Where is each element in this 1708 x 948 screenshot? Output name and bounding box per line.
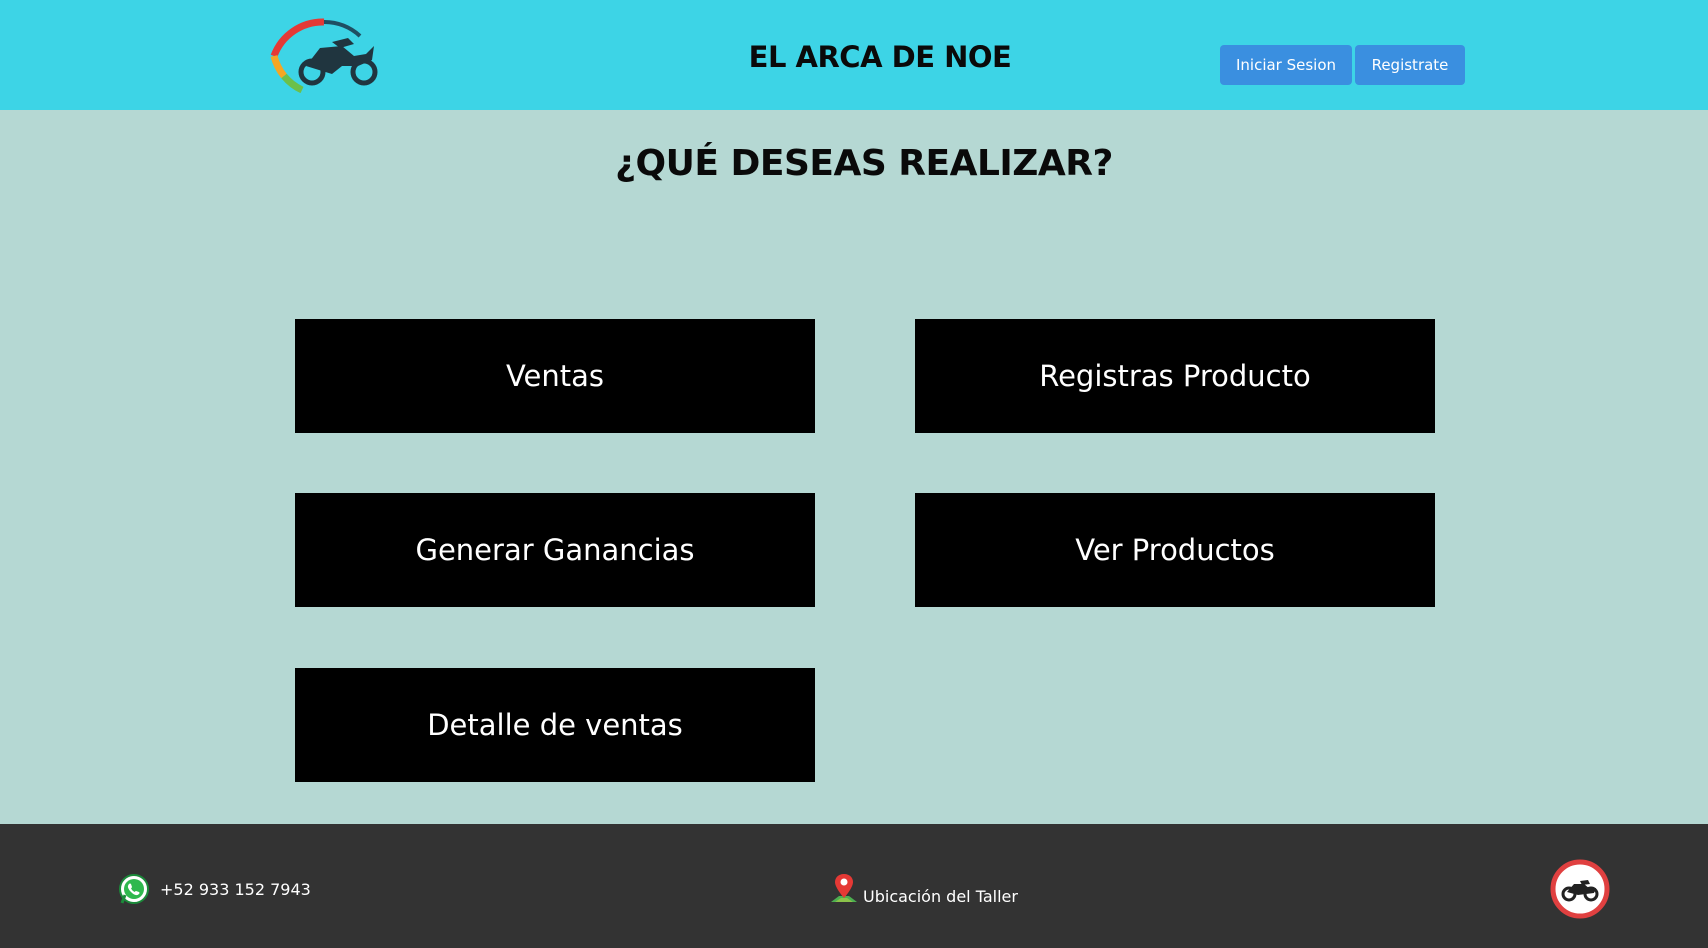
page-title: ¿QUÉ DESEAS REALIZAR?: [615, 143, 1113, 184]
map-pin-icon: [831, 874, 857, 902]
ver-productos-label: Ver Productos: [1075, 533, 1275, 567]
generar-ganancias-label: Generar Ganancias: [415, 533, 695, 567]
page: EL ARCA DE NOE Iniciar Sesion Registrate…: [0, 0, 1708, 948]
registrar-producto-button[interactable]: Registras Producto: [915, 319, 1435, 433]
generar-ganancias-button[interactable]: Generar Ganancias: [295, 493, 815, 607]
phone-number: +52 933 152 7943: [160, 879, 311, 899]
motorcycle-icon[interactable]: [1550, 859, 1610, 919]
whatsapp-icon: [119, 874, 149, 904]
site-title: EL ARCA DE NOE: [748, 40, 1012, 74]
site-header: EL ARCA DE NOE Iniciar Sesion Registrate: [0, 0, 1708, 110]
location-label: Ubicación del Taller: [863, 887, 1018, 906]
detalle-ventas-label: Detalle de ventas: [427, 708, 683, 742]
location-link[interactable]: Ubicación del Taller: [829, 870, 1018, 906]
phone-contact[interactable]: +52 933 152 7943: [118, 873, 311, 905]
ver-productos-button[interactable]: Ver Productos: [915, 493, 1435, 607]
ventas-label: Ventas: [505, 359, 605, 393]
site-footer: +52 933 152 7943 Ubicación del Taller: [0, 824, 1708, 948]
register-button[interactable]: Registrate: [1355, 45, 1465, 85]
login-button[interactable]: Iniciar Sesion: [1220, 45, 1352, 85]
ventas-button[interactable]: Ventas: [295, 319, 815, 433]
registrar-producto-label: Registras Producto: [1039, 359, 1311, 393]
detalle-ventas-button[interactable]: Detalle de ventas: [295, 668, 815, 782]
motorcycle-logo-icon[interactable]: [262, 16, 386, 94]
